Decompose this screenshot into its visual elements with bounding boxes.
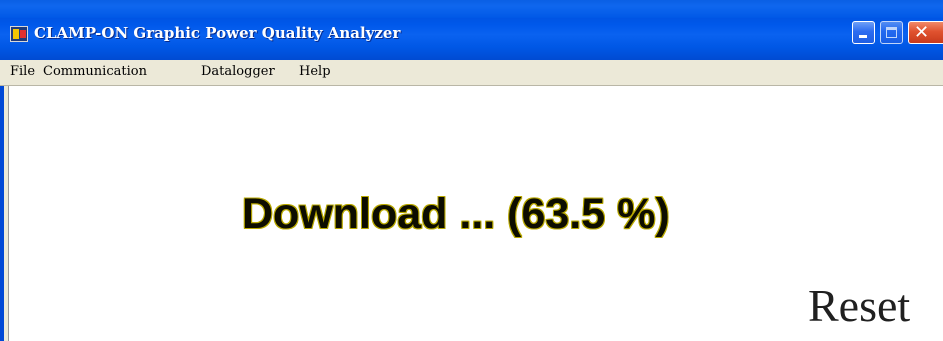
reset-button[interactable]: Reset	[808, 278, 910, 334]
window-title: CLAMP-ON Graphic Power Quality Analyzer	[34, 24, 401, 42]
menu-communication[interactable]: Communication	[43, 64, 147, 79]
title-bar[interactable]: CLAMP-ON Graphic Power Quality Analyzer …	[0, 0, 943, 60]
app-icon[interactable]	[10, 26, 28, 42]
menu-bar: File Communication Datalogger Help	[0, 60, 943, 86]
menu-datalogger[interactable]: Datalogger	[201, 64, 275, 79]
maximize-button[interactable]	[880, 21, 903, 44]
close-icon: ✕	[914, 22, 930, 43]
close-button[interactable]: ✕	[908, 21, 943, 44]
minimize-icon	[859, 35, 867, 38]
download-status: Download ... (63.5 %)	[242, 190, 670, 238]
menu-file[interactable]: File	[10, 64, 35, 79]
minimize-button[interactable]	[852, 21, 875, 44]
maximize-icon	[886, 27, 897, 38]
application-window: CLAMP-ON Graphic Power Quality Analyzer …	[0, 0, 943, 341]
menu-help[interactable]: Help	[299, 64, 331, 79]
